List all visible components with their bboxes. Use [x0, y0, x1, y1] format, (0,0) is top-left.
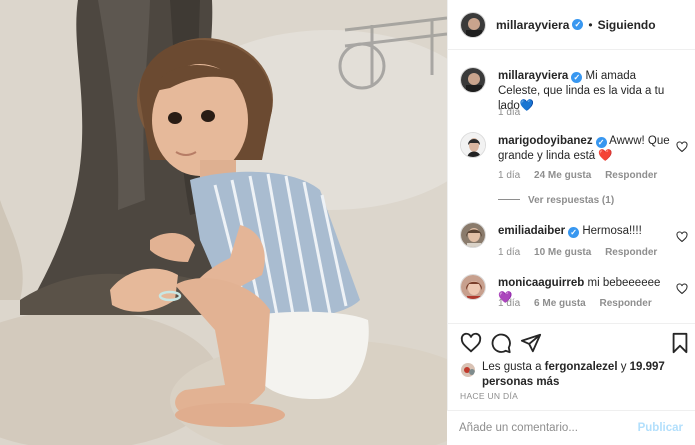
comment-meta: 1 día 10 Me gusta Responder	[498, 247, 668, 258]
comment-like-heart-icon[interactable]	[676, 231, 688, 243]
comment-item: emiliadaiber ✓ Hermosa!!!! 1 día 10 Me gu…	[460, 222, 692, 262]
post-time-ago[interactable]: HACE UN DÍA	[460, 391, 518, 401]
comment-meta: 1 día	[498, 107, 531, 118]
comment-like-heart-icon[interactable]	[676, 283, 688, 295]
publish-button[interactable]: Publicar	[638, 422, 683, 434]
following-button[interactable]: Siguiendo	[598, 18, 656, 32]
commenter-avatar[interactable]	[460, 132, 486, 158]
reply-button[interactable]: Responder	[605, 247, 657, 258]
comment-body: marigodoyibanez ✓ Awww! Que grande y lind…	[498, 134, 674, 164]
comment-body: emiliadaiber ✓ Hermosa!!!!	[498, 224, 674, 239]
post-side-panel: millarayviera ✓ • Siguiendo millarayvier…	[447, 0, 695, 445]
comment-username[interactable]: emiliadaiber	[498, 225, 565, 237]
comment-meta: 1 día 6 Me gusta Responder	[498, 298, 663, 309]
verified-badge-icon: ✓	[572, 19, 584, 30]
likes-middle: y	[617, 361, 630, 373]
share-icon[interactable]	[520, 332, 542, 354]
comment-icon[interactable]	[490, 332, 512, 354]
comment-text: Hermosa!!!!	[582, 225, 642, 237]
heart-icon[interactable]	[460, 332, 482, 354]
commenter-avatar[interactable]	[460, 274, 486, 300]
comment-likes-count[interactable]: 24 Me gusta	[534, 170, 591, 181]
comment-time[interactable]: 1 día	[498, 247, 520, 258]
verified-badge-icon: ✓	[568, 227, 580, 238]
comment-time[interactable]: 1 día	[498, 107, 520, 118]
add-comment-bar: Añade un comentario... Publicar	[447, 410, 695, 445]
view-replies-button[interactable]: Ver respuestas (1)	[498, 195, 614, 206]
liker-avatar[interactable]	[460, 362, 476, 378]
comment-username[interactable]: marigodoyibanez	[498, 135, 593, 147]
comment-username[interactable]: millarayviera	[498, 70, 568, 82]
author-username[interactable]: millarayviera	[496, 18, 569, 32]
comment-like-heart-icon[interactable]	[676, 141, 688, 153]
comment-likes-count[interactable]: 6 Me gusta	[534, 298, 586, 309]
post-header: millarayviera ✓ • Siguiendo	[448, 0, 695, 50]
comment-item: monicaaguirreb mi bebeeeeee💜 1 día 6 Me …	[460, 274, 692, 314]
comment-username[interactable]: monicaaguirreb	[498, 277, 584, 289]
comment-time[interactable]: 1 día	[498, 298, 520, 309]
replies-divider	[498, 199, 520, 200]
photo-illustration	[0, 0, 447, 445]
verified-badge-icon: ✓	[595, 137, 607, 148]
liker-username[interactable]: fergonzalezel	[545, 361, 618, 373]
header-separator: •	[588, 17, 593, 32]
commenter-avatar[interactable]	[460, 67, 486, 93]
view-replies-label: Ver respuestas (1)	[528, 195, 615, 206]
comment-input[interactable]: Añade un comentario...	[459, 422, 638, 434]
comment-item: marigodoyibanez ✓ Awww! Que grande y lind…	[460, 132, 692, 207]
action-icons-row	[460, 332, 690, 360]
reply-button[interactable]: Responder	[600, 298, 652, 309]
comment-meta: 1 día 24 Me gusta Responder	[498, 170, 668, 181]
reply-button[interactable]: Responder	[605, 170, 657, 181]
commenter-avatar[interactable]	[460, 222, 486, 248]
likes-text: Les gusta a fergonzalezel y 19.997 perso…	[482, 360, 682, 390]
verified-badge-icon: ✓	[571, 72, 583, 83]
post-photo[interactable]	[0, 0, 447, 445]
comment-time[interactable]: 1 día	[498, 170, 520, 181]
bookmark-icon[interactable]	[670, 332, 690, 354]
caption-comment: millarayviera ✓ Mi amada Celeste, que lin…	[460, 67, 692, 127]
likes-prefix: Les gusta a	[482, 361, 545, 373]
author-avatar[interactable]	[460, 11, 486, 38]
comment-likes-count[interactable]: 10 Me gusta	[534, 247, 591, 258]
